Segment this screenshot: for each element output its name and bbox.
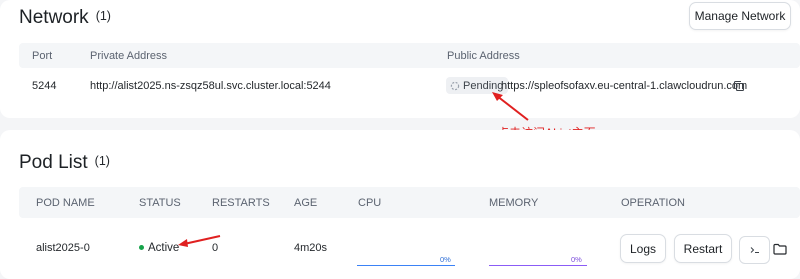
network-port-value: 5244 bbox=[32, 80, 57, 92]
network-table-header: Port Private Address Public Address bbox=[19, 43, 800, 68]
pod-list-title-text: Pod List bbox=[19, 152, 88, 173]
pod-name-value: alist2025-0 bbox=[36, 242, 90, 254]
header-port: Port bbox=[32, 50, 53, 62]
manage-network-button[interactable]: Manage Network bbox=[689, 2, 791, 30]
header-restarts: RESTARTS bbox=[212, 197, 270, 209]
pod-age-value: 4m20s bbox=[294, 242, 328, 254]
header-age: AGE bbox=[294, 197, 318, 209]
memory-percent: 0% bbox=[571, 255, 582, 264]
cpu-percent: 0% bbox=[440, 255, 451, 264]
terminal-button[interactable] bbox=[739, 236, 770, 264]
logs-button[interactable]: Logs bbox=[620, 234, 666, 263]
header-pod-name: POD NAME bbox=[36, 197, 95, 209]
cpu-usage-line bbox=[357, 265, 455, 266]
header-operation: OPERATION bbox=[621, 197, 685, 209]
header-private-address: Private Address bbox=[90, 50, 168, 62]
memory-usage-line bbox=[489, 265, 587, 266]
network-title-text: Network bbox=[19, 7, 89, 28]
network-count: (1) bbox=[95, 9, 111, 23]
header-status: STATUS bbox=[139, 197, 181, 209]
public-address-link[interactable]: https://spleofsofaxv.eu-central-1.clawcl… bbox=[501, 80, 747, 92]
pod-status: Active bbox=[139, 242, 179, 254]
pod-list-title: Pod List (1) bbox=[19, 152, 110, 174]
network-title: Network (1) bbox=[19, 7, 111, 29]
terminal-icon bbox=[750, 247, 759, 253]
network-card: Network (1) Manage Network Port Private A… bbox=[0, 0, 800, 140]
folder-icon[interactable] bbox=[773, 242, 787, 260]
header-public-address: Public Address bbox=[447, 50, 520, 62]
pod-list-count: (1) bbox=[94, 154, 110, 168]
private-address-value: http://alist2025.ns-zsqz58ul.svc.cluster… bbox=[90, 80, 331, 92]
header-memory: MEMORY bbox=[489, 197, 539, 209]
restart-button[interactable]: Restart bbox=[674, 234, 732, 263]
pod-status-text: Active bbox=[148, 242, 180, 254]
header-cpu: CPU bbox=[358, 197, 382, 209]
status-annotation-arrow-icon bbox=[178, 235, 221, 247]
loading-icon bbox=[450, 81, 460, 90]
copy-icon[interactable] bbox=[733, 79, 745, 97]
pod-table-header: POD NAME STATUS RESTARTS AGE CPU MEMORY … bbox=[19, 187, 800, 218]
active-dot-icon bbox=[139, 245, 144, 250]
annotation-arrow-icon bbox=[492, 92, 529, 121]
